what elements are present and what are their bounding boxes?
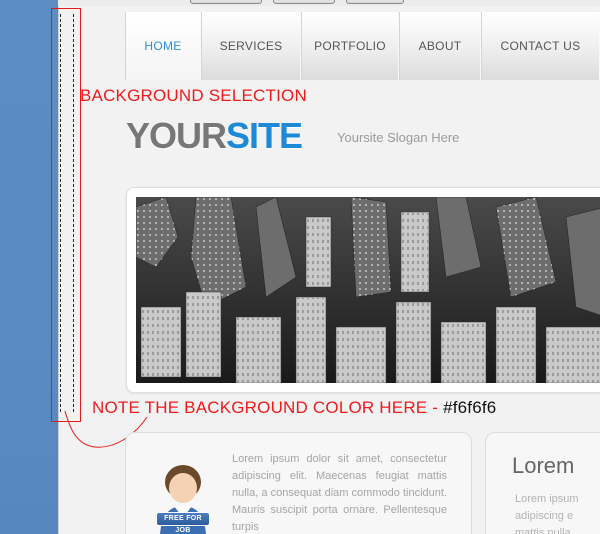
city-skyline-graphic — [136, 197, 600, 383]
nav-portfolio[interactable]: PORTFOLIO — [301, 12, 399, 80]
canvas-background-left — [0, 0, 58, 534]
box2-line-2: adipiscing e — [515, 510, 574, 522]
site-slogan: Yoursite Slogan Here — [337, 130, 460, 145]
box2-paragraph: Lorem ipsum adipiscing e mattis nulla — [515, 491, 600, 534]
main-nav: HOME SERVICES PORTFOLIO ABOUT CONTACT US — [125, 12, 600, 80]
background-selection-label: BACKGROUND SELECTION — [80, 86, 307, 105]
note-color-value: #f6f6f6 — [443, 398, 497, 417]
logo-your: YOUR — [126, 115, 227, 156]
nav-about[interactable]: ABOUT — [399, 12, 481, 80]
toolbar-button-3[interactable] — [346, 0, 404, 4]
nav-contact-us[interactable]: CONTACT US — [481, 12, 600, 80]
toolbar-button-2[interactable] — [273, 0, 335, 4]
box2-line-3: mattis nulla — [515, 527, 571, 534]
marching-ants-selection — [60, 14, 74, 412]
site-logo: YOURSITE — [126, 115, 303, 156]
box1-paragraph: Lorem ipsum dolor sit amet, consectetur … — [232, 453, 447, 533]
box2-heading: Lorem — [512, 453, 575, 478]
box2-line-1: Lorem ipsum — [515, 493, 579, 505]
city-hero-image — [136, 197, 600, 383]
nav-services[interactable]: SERVICES — [201, 12, 301, 80]
nav-home[interactable]: HOME — [125, 12, 201, 80]
logo-site: SITE — [226, 115, 303, 156]
toolbar-button-1[interactable] — [190, 0, 262, 4]
free-for-job-badge: FREE FOR JOB — [156, 512, 210, 534]
